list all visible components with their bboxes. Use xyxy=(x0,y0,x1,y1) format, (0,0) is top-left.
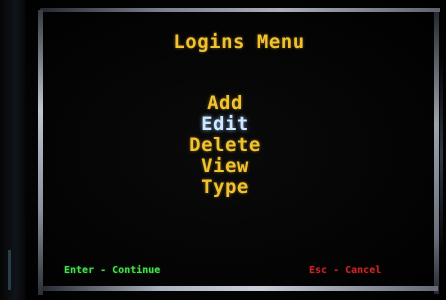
device-edge xyxy=(0,0,26,300)
menu-item-type[interactable]: Type xyxy=(44,177,406,198)
cancel-hint: Esc - Cancel xyxy=(309,265,382,276)
screen-frame-top xyxy=(40,8,440,12)
continue-hint: Enter - Continue xyxy=(64,265,161,276)
menu-item-view[interactable]: View xyxy=(44,156,406,177)
menu-title: Logins Menu xyxy=(173,31,305,53)
device-edge-glint-right xyxy=(440,55,443,255)
screen-frame-bottom xyxy=(42,286,438,291)
device-photo: Logins Menu Add Edit Delete View Type En… xyxy=(0,0,446,300)
menu-item-delete[interactable]: Delete xyxy=(44,135,406,156)
menu-item-add[interactable]: Add xyxy=(44,93,406,114)
device-edge-glint xyxy=(8,250,11,290)
screen-frame-right xyxy=(434,12,439,294)
display-screen: Logins Menu Add Edit Delete View Type En… xyxy=(44,13,434,285)
logins-menu: Add Edit Delete View Type xyxy=(44,93,406,198)
screen-frame-left xyxy=(38,10,43,295)
menu-item-edit[interactable]: Edit xyxy=(44,114,406,135)
